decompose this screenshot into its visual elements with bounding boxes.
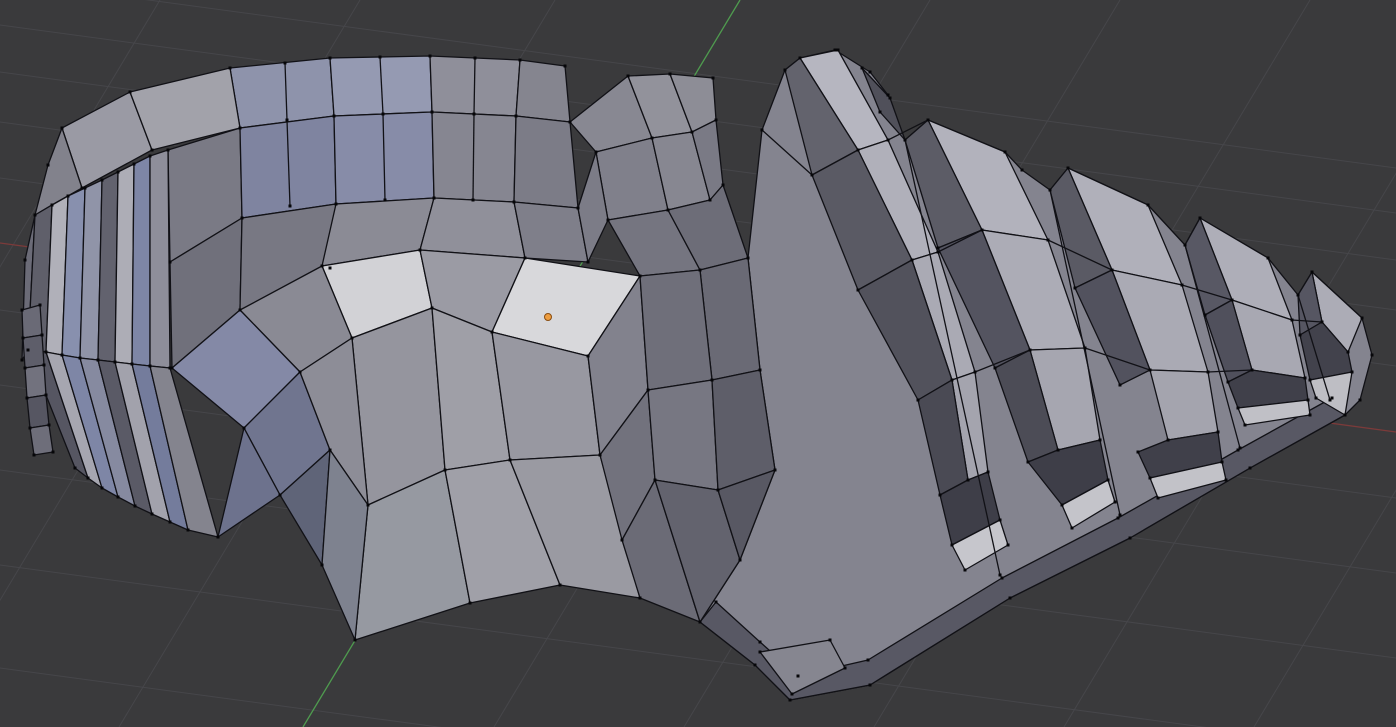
mesh-face <box>25 365 46 398</box>
mesh-face <box>420 198 525 258</box>
mesh-face <box>30 425 53 455</box>
mesh-face <box>150 150 170 368</box>
mesh-face <box>27 395 49 428</box>
mesh-face <box>115 164 134 364</box>
mesh-face <box>648 380 718 490</box>
mesh-face <box>23 335 44 368</box>
mesh-face <box>514 116 578 208</box>
mesh-face <box>352 308 445 505</box>
mesh-face <box>22 305 42 338</box>
viewport-3d[interactable] <box>0 0 1396 727</box>
viewport-canvas[interactable] <box>0 0 1396 727</box>
mesh-face <box>132 156 150 366</box>
mesh-face <box>516 60 570 122</box>
mesh-face <box>640 270 712 390</box>
mesh-face <box>514 202 588 262</box>
object-origin-dot <box>545 314 552 321</box>
